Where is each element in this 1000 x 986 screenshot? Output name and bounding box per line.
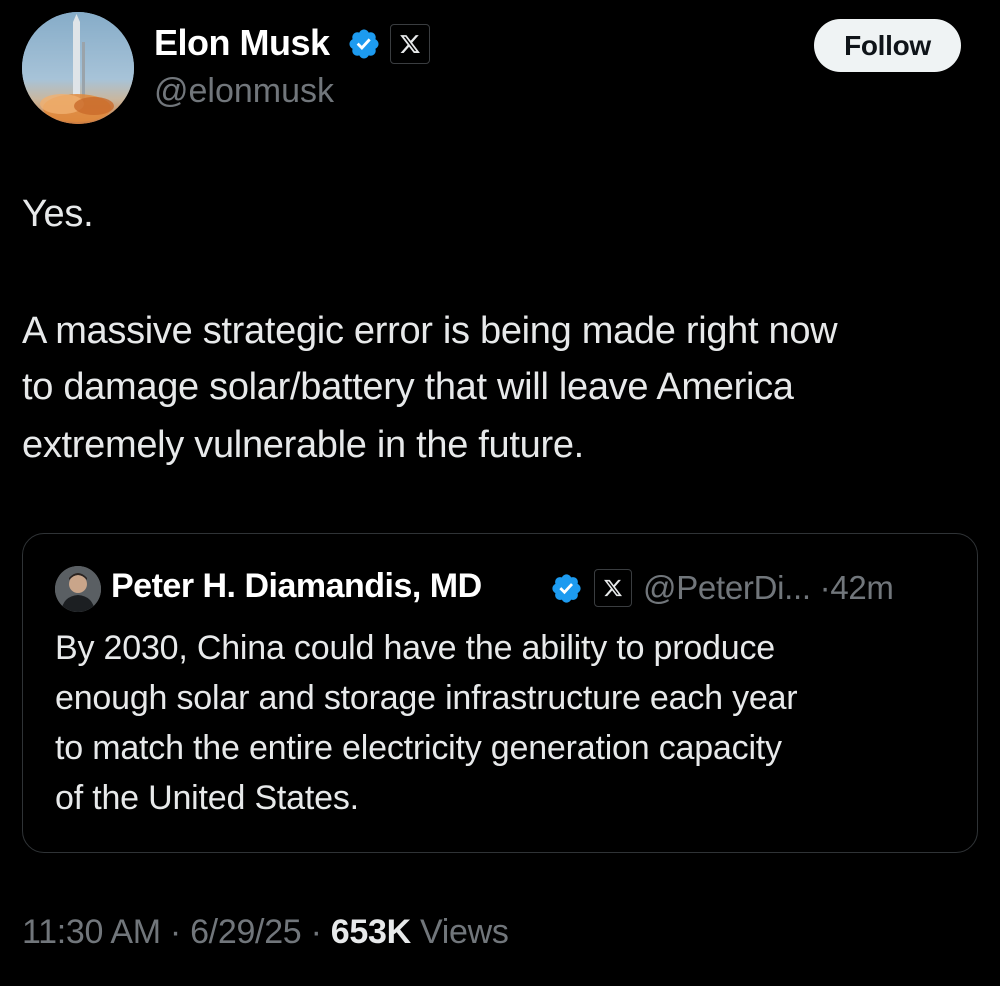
quoted-author-handle[interactable]: @PeterDi...	[643, 569, 811, 606]
tweet-text-line: extremely vulnerable in the future.	[22, 424, 584, 466]
author-name[interactable]: Elon Musk	[154, 22, 330, 64]
follow-button[interactable]: Follow	[814, 19, 961, 72]
x-logo-icon	[390, 24, 430, 64]
author-avatar[interactable]	[22, 12, 134, 124]
quoted-author-name[interactable]: Peter H. Diamandis, MD	[111, 567, 482, 606]
quoted-text-line: to match the entire electricity generati…	[55, 729, 782, 767]
views-count[interactable]: 653K	[331, 913, 411, 951]
quoted-age[interactable]: 42m	[830, 569, 894, 606]
tweet-text-line: A massive strategic error is being made …	[22, 310, 838, 352]
quoted-tweet-card[interactable]: Peter H. Diamandis, MD @PeterDi... ·42m …	[22, 533, 978, 853]
tweet-text-line: Yes.	[22, 193, 94, 235]
person-portrait-avatar	[55, 566, 101, 612]
author-handle[interactable]: @elonmusk	[154, 72, 334, 111]
verified-badge-icon	[552, 574, 581, 603]
tweet-date[interactable]: 6/29/25	[190, 913, 302, 951]
views-label: Views	[420, 913, 509, 951]
quoted-author-avatar[interactable]	[55, 566, 101, 612]
tweet-time[interactable]: 11:30 AM	[22, 913, 161, 951]
verified-badge-icon	[349, 29, 379, 59]
meta-separator: ·	[169, 913, 181, 951]
tweet-footer: 11:30 AM · 6/29/25 · 653K Views	[22, 913, 509, 952]
x-logo-icon	[594, 569, 632, 607]
rocket-launch-avatar	[22, 12, 134, 124]
tweet-text-line: to damage solar/battery that will leave …	[22, 366, 794, 408]
quoted-text-line: of the United States.	[55, 779, 359, 817]
quoted-text-line: enough solar and storage infrastructure …	[55, 679, 798, 717]
quoted-meta: @PeterDi... ·42m	[643, 569, 894, 607]
quoted-text-line: By 2030, China could have the ability to…	[55, 629, 775, 667]
meta-separator: ·	[819, 569, 831, 606]
meta-separator: ·	[310, 913, 322, 951]
